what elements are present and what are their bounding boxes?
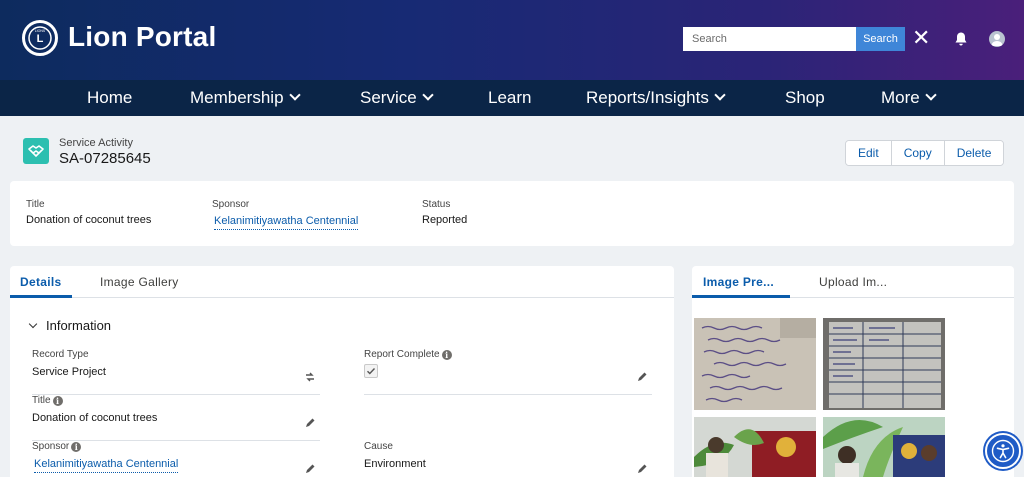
- search-button[interactable]: Search: [856, 27, 905, 51]
- user-avatar-icon[interactable]: [989, 31, 1005, 47]
- highlight-title-label: Title: [26, 199, 45, 210]
- search-input[interactable]: [683, 27, 856, 51]
- active-tab-indicator: [10, 295, 72, 298]
- highlight-sponsor-label: Sponsor: [212, 199, 250, 210]
- nav-label: Shop: [785, 88, 825, 107]
- gallery-image[interactable]: [694, 417, 816, 477]
- chevron-down-icon: [714, 89, 726, 101]
- accessibility-button[interactable]: [985, 433, 1021, 469]
- svg-text:L: L: [37, 33, 44, 45]
- field-label-text: Sponsor: [32, 441, 70, 452]
- checkbox-checked-icon: [367, 368, 376, 375]
- field-label: Sponsor i: [32, 441, 82, 452]
- field-label-text: Title: [32, 395, 51, 406]
- field-value: Donation of coconut trees: [32, 412, 158, 424]
- top-header: L LIONS Lion Portal Search ✕: [0, 0, 1024, 80]
- field-label: Report Complete i: [364, 349, 452, 360]
- nav-item-service[interactable]: Service: [360, 88, 434, 108]
- field-label: Cause: [364, 441, 393, 452]
- pencil-icon[interactable]: [304, 416, 316, 428]
- nav-label: Service: [360, 88, 417, 107]
- close-icon[interactable]: ✕: [912, 26, 930, 50]
- highlight-sponsor-link[interactable]: Kelanimitiyawatha Centennial: [214, 215, 359, 230]
- copy-button[interactable]: Copy: [890, 141, 944, 165]
- nav-item-home[interactable]: Home: [87, 88, 132, 108]
- nav-item-shop[interactable]: Shop: [785, 88, 825, 108]
- nav-label: Learn: [488, 88, 532, 107]
- edit-button[interactable]: Edit: [846, 141, 891, 165]
- gallery-tabs: Image Pre... Upload Im...: [692, 266, 1014, 298]
- highlight-status-value: Reported: [422, 214, 468, 226]
- chevron-down-icon: [422, 89, 434, 101]
- tab-details[interactable]: Details: [20, 275, 61, 289]
- chevron-down-icon: [288, 89, 301, 101]
- gallery-image[interactable]: [823, 318, 945, 410]
- nav-item-more[interactable]: More: [881, 88, 937, 108]
- field-report-complete: Report Complete i: [364, 349, 652, 395]
- pencil-icon[interactable]: [636, 462, 648, 474]
- section-title: Information: [46, 318, 112, 333]
- nav-label: More: [881, 88, 920, 107]
- info-icon[interactable]: i: [71, 441, 82, 452]
- field-label: Record Type: [32, 349, 89, 360]
- tab-upload-image[interactable]: Upload Im...: [819, 275, 887, 289]
- details-card: Details Image Gallery Information Record…: [10, 266, 674, 477]
- pencil-icon[interactable]: [304, 462, 316, 474]
- delete-button[interactable]: Delete: [943, 141, 1004, 165]
- nav-label: Membership: [190, 88, 284, 107]
- details-tabs: Details Image Gallery: [10, 266, 674, 298]
- field-value: Environment: [364, 458, 426, 470]
- field-title: Title i Donation of coconut trees: [32, 395, 320, 441]
- section-information-toggle[interactable]: Information: [28, 318, 112, 333]
- brand-title[interactable]: Lion Portal: [68, 21, 216, 53]
- svg-text:LIONS: LIONS: [35, 29, 46, 33]
- field-label: Title i: [32, 395, 63, 406]
- info-icon[interactable]: i: [52, 395, 63, 406]
- nav-item-reports-insights[interactable]: Reports/Insights: [586, 88, 726, 108]
- nav-label: Home: [87, 88, 133, 107]
- report-complete-checkbox: [364, 364, 378, 378]
- record-type-change-icon[interactable]: [304, 370, 316, 382]
- accessibility-icon: [991, 439, 1015, 463]
- bell-icon[interactable]: [953, 31, 969, 47]
- chevron-down-icon: [28, 319, 38, 328]
- main-nav: Home Membership Service Learn Reports/In…: [0, 80, 1024, 116]
- info-icon[interactable]: i: [441, 349, 452, 360]
- tab-image-gallery[interactable]: Image Gallery: [100, 275, 179, 289]
- record-actions: Edit Copy Delete: [845, 140, 1005, 166]
- field-label-text: Report Complete: [364, 349, 440, 360]
- field-value: Service Project: [32, 366, 106, 378]
- record-type-label: Service Activity: [59, 137, 133, 149]
- chevron-down-icon: [925, 89, 937, 101]
- service-activity-icon: [23, 138, 49, 164]
- record-id: SA-07285645: [59, 150, 151, 167]
- lions-logo-icon[interactable]: L LIONS: [22, 20, 58, 56]
- gallery-image[interactable]: [823, 417, 945, 477]
- field-cause: Cause Environment: [364, 441, 652, 477]
- active-tab-indicator: [692, 295, 790, 298]
- pencil-icon[interactable]: [636, 370, 648, 382]
- sponsor-link[interactable]: Kelanimitiyawatha Centennial: [34, 458, 179, 473]
- highlight-status-label: Status: [422, 199, 451, 210]
- nav-item-membership[interactable]: Membership: [190, 88, 301, 108]
- tab-image-preview[interactable]: Image Pre...: [703, 275, 774, 289]
- field-sponsor: Sponsor i Kelanimitiyawatha Centennial: [32, 441, 320, 477]
- field-record-type: Record Type Service Project: [32, 349, 320, 395]
- highlight-title-value: Donation of coconut trees: [26, 214, 152, 226]
- highlights-panel: Title Donation of coconut trees Sponsor …: [10, 181, 1014, 246]
- nav-label: Reports/Insights: [586, 88, 709, 107]
- nav-item-learn[interactable]: Learn: [488, 88, 531, 108]
- gallery-image[interactable]: [694, 318, 816, 410]
- image-gallery-card: Image Pre... Upload Im...: [692, 266, 1014, 477]
